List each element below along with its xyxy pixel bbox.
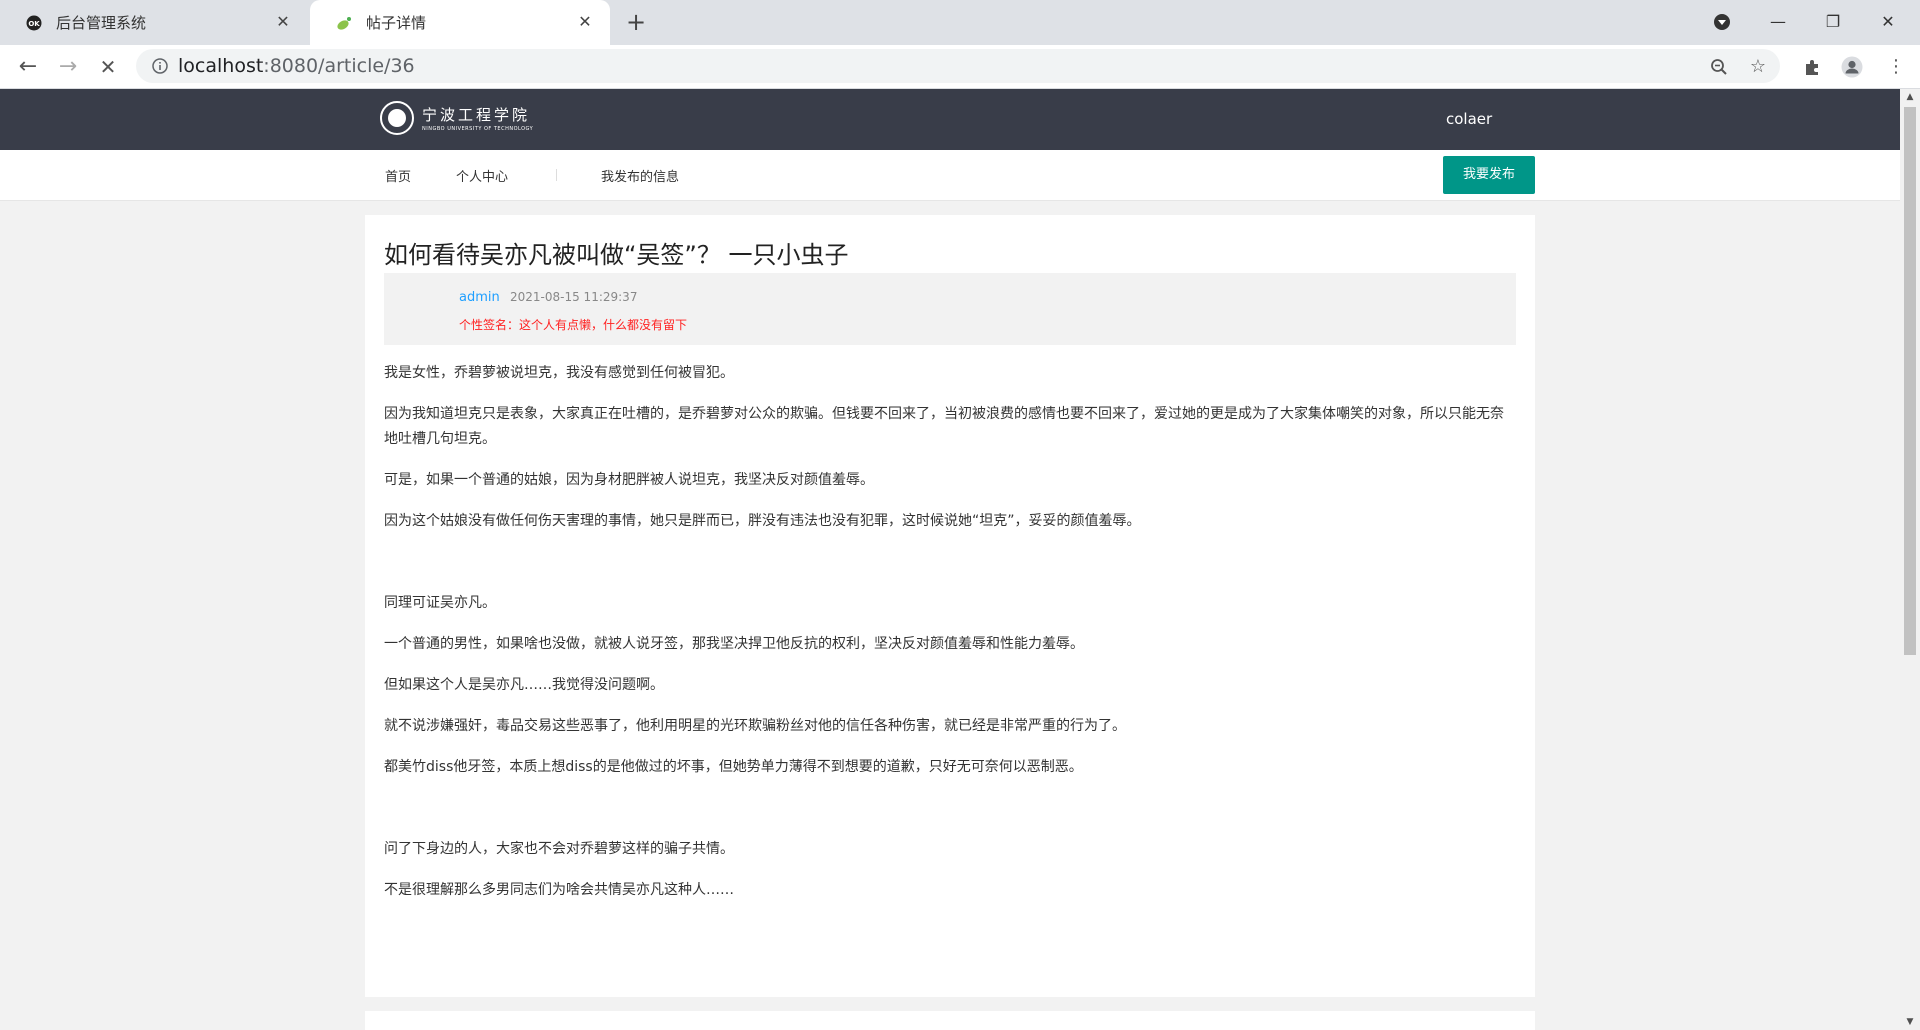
tab-title: 帖子详情	[366, 14, 427, 32]
publish-button[interactable]: 我要发布	[1443, 156, 1535, 194]
nav-profile[interactable]: 个人中心	[456, 166, 508, 185]
school-seal-icon	[380, 101, 414, 135]
close-tab-icon[interactable]: ✕	[574, 11, 596, 33]
article-title: 如何看待吴亦凡被叫做“吴签”？ 一只小虫子	[384, 241, 849, 269]
article-paragraph: 都美竹diss他牙签，本质上想diss的是他做过的坏事，但她势单力薄得不到想要的…	[384, 759, 1083, 775]
site-info-icon[interactable]	[152, 58, 168, 74]
article-card: 如何看待吴亦凡被叫做“吴签”？ 一只小虫子 admin 2021-08-15 1…	[365, 215, 1535, 997]
browser-menu-icon[interactable]: ⋮	[1884, 55, 1908, 79]
page-scrollbar[interactable]: ▲ ▼	[1900, 89, 1920, 1030]
extensions-icon[interactable]	[1800, 55, 1824, 79]
article-paragraph: 我是女性，乔碧萝被说坦克，我没有感觉到任何被冒犯。	[384, 365, 734, 381]
bookmark-star-icon[interactable]: ☆	[1746, 55, 1770, 79]
profile-menu-icon[interactable]	[1706, 6, 1738, 38]
article-paragraph: 一个普通的男性，如果啥也没做，就被人说牙签，那我坚决捍卫他反抗的权利，坚决反对颜…	[384, 636, 1084, 652]
url-path: :8080/article/36	[263, 55, 415, 77]
url-text[interactable]: localhost:8080/article/36	[178, 55, 415, 77]
stop-loading-icon[interactable]: ✕	[92, 51, 124, 83]
tab-title: 后台管理系统	[56, 14, 147, 32]
author-link[interactable]: admin	[459, 290, 500, 305]
scrollbar-thumb[interactable]	[1904, 107, 1916, 655]
comments-card	[365, 1011, 1535, 1030]
close-tab-icon[interactable]: ✕	[272, 11, 294, 33]
url-host: localhost	[178, 55, 264, 77]
article-meta: admin 2021-08-15 11:29:37 个性签名：这个人有点懒，什么…	[384, 273, 1516, 345]
browser-tab-strip: OK 后台管理系统 ✕ 帖子详情 ✕ + — ❐ ✕	[0, 0, 1920, 45]
address-bar[interactable]: localhost:8080/article/36 ☆	[136, 49, 1780, 83]
restore-icon[interactable]: ❐	[1817, 6, 1849, 38]
scroll-down-arrow-icon[interactable]: ▼	[1900, 1014, 1920, 1030]
browser-tab-admin[interactable]: OK 后台管理系统 ✕	[0, 0, 308, 45]
article-paragraph: 但如果这个人是吴亦凡……我觉得没问题啊。	[384, 677, 664, 693]
forward-icon[interactable]: →	[52, 51, 84, 83]
browser-toolbar: ← → ✕ localhost:8080/article/36 ☆ ⋮	[0, 45, 1920, 89]
article-paragraph: 就不说涉嫌强奸，毒品交易这些恶事了，他利用明星的光环欺骗粉丝对他的信任各种伤害，…	[384, 718, 1126, 734]
logo-chinese-name: 宁波工程学院	[422, 106, 531, 124]
account-avatar-icon[interactable]	[1840, 55, 1864, 79]
current-user[interactable]: colaer	[1446, 110, 1492, 128]
minimize-icon[interactable]: —	[1762, 6, 1794, 38]
article-paragraph: 不是很理解那么多男同志们为啥会共情吴亦凡这种人……	[384, 882, 734, 898]
leaf-icon	[336, 15, 352, 31]
zoom-icon[interactable]	[1707, 55, 1731, 79]
page-viewport: 宁波工程学院 NINGBO UNIVERSITY OF TECHNOLOGY c…	[0, 89, 1900, 1030]
article-paragraph: 可是，如果一个普通的姑娘，因为身材肥胖被人说坦克，我坚决反对颜值羞辱。	[384, 472, 874, 488]
nav-divider	[556, 169, 557, 181]
post-time: 2021-08-15 11:29:37	[510, 290, 638, 304]
article-paragraph: 因为这个姑娘没有做任何伤天害理的事情，她只是胖而已，胖没有违法也没有犯罪，这时候…	[384, 513, 1141, 529]
article-paragraph: 问了下身边的人，大家也不会对乔碧萝这样的骗子共情。	[384, 841, 734, 857]
back-icon[interactable]: ←	[12, 51, 44, 83]
author-signature: 个性签名：这个人有点懒，什么都没有留下	[459, 318, 688, 332]
browser-tab-post-detail[interactable]: 帖子详情 ✕	[310, 0, 610, 45]
scroll-up-arrow-icon[interactable]: ▲	[1900, 89, 1920, 105]
close-window-icon[interactable]: ✕	[1872, 6, 1904, 38]
article-paragraph: 因为我知道坦克只是表象，大家真正在吐槽的，是乔碧萝对公众的欺骗。但钱要不回来了，…	[384, 406, 1504, 447]
logo-english-name: NINGBO UNIVERSITY OF TECHNOLOGY	[422, 126, 534, 132]
article-paragraph: 同理可证吴亦凡。	[384, 595, 496, 611]
article-blank-line	[384, 550, 1516, 575]
article-content: 我是女性，乔碧萝被说坦克，我没有感觉到任何被冒犯。 因为我知道坦克只是表象，大家…	[384, 361, 1516, 919]
site-nav: 首页 个人中心 我发布的信息 我要发布	[0, 150, 1900, 201]
site-header: 宁波工程学院 NINGBO UNIVERSITY OF TECHNOLOGY c…	[0, 89, 1900, 150]
nav-home[interactable]: 首页	[385, 166, 411, 185]
svg-text:OK: OK	[28, 20, 40, 28]
ok-icon: OK	[26, 15, 42, 31]
new-tab-button[interactable]: +	[622, 8, 650, 36]
school-logo[interactable]: 宁波工程学院 NINGBO UNIVERSITY OF TECHNOLOGY	[380, 101, 533, 135]
nav-my-posts[interactable]: 我发布的信息	[601, 166, 679, 185]
article-blank-line	[384, 796, 1516, 821]
